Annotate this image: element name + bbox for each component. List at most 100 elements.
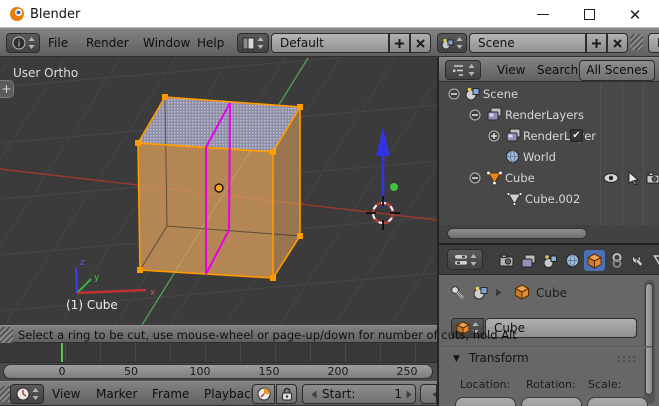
scene-name: Scene — [478, 36, 515, 50]
timeline-menu-view[interactable]: View — [52, 384, 80, 404]
ruler-tick — [275, 343, 276, 362]
editor-type-selector-timeline[interactable] — [10, 384, 44, 404]
properties-header — [439, 245, 659, 275]
delete-scene-button[interactable] — [607, 33, 628, 53]
decrement-arrow-icon[interactable] — [311, 390, 317, 399]
increment-arrow-icon[interactable] — [406, 390, 412, 399]
axis-y-label: y — [94, 273, 100, 283]
start-frame-field[interactable]: Start: 1 — [302, 384, 416, 404]
ruler-tick — [310, 343, 311, 362]
add-layout-button[interactable] — [389, 33, 410, 53]
screen-layout-icon — [242, 37, 255, 49]
end-frame-field-partial[interactable]: E — [420, 384, 437, 404]
tab-modifiers[interactable] — [628, 250, 649, 271]
scene-name-field[interactable]: Scene — [469, 33, 586, 53]
viewport-canvas[interactable]: z y x — [0, 57, 437, 325]
right-column: View Search All Scenes Scene RenderLayer… — [437, 57, 659, 406]
selectable-toggle[interactable] — [623, 168, 643, 188]
menu-window[interactable]: Window — [143, 33, 190, 53]
properties-scrollbar[interactable] — [645, 283, 653, 395]
transform-panel-header[interactable]: ▼ Transform — [439, 349, 652, 369]
properties-scrollbar-track[interactable] — [644, 280, 655, 404]
scene-context-icon[interactable] — [473, 285, 489, 300]
row-label: RenderLayers — [505, 107, 584, 122]
active-object-label: (1) Cube — [66, 298, 118, 312]
timeline-menu-frame[interactable]: Frame — [152, 384, 189, 404]
frame-tick-150: 150 — [258, 365, 280, 378]
expand-icon[interactable] — [488, 130, 500, 142]
tab-object[interactable] — [584, 250, 605, 271]
translate-manipulator[interactable] — [376, 127, 398, 207]
collapse-icon[interactable] — [469, 109, 481, 121]
maximize-button[interactable] — [576, 6, 602, 23]
scale-x-field[interactable] — [587, 397, 648, 406]
decrement-arrow-icon[interactable] — [432, 390, 437, 399]
collapse-icon[interactable] — [448, 88, 460, 100]
outliner-row-world[interactable]: World — [439, 146, 659, 167]
outliner-hscrollbar[interactable] — [447, 228, 587, 239]
rotation-x-field[interactable] — [521, 397, 582, 406]
outliner-row-cube002[interactable]: Cube.002 — [439, 188, 659, 209]
tab-world[interactable] — [562, 250, 583, 271]
editor-type-selector-outliner[interactable] — [445, 60, 481, 80]
outliner-display-filter[interactable]: All Scenes — [579, 60, 655, 81]
timeline-scrollbar[interactable]: 0 50 100 150 200 250 — [0, 363, 437, 381]
screen-layout-browse-button[interactable] — [237, 33, 269, 53]
manipulator-z-head[interactable] — [376, 127, 390, 156]
svg-text:i: i — [17, 40, 20, 50]
cube-mesh[interactable] — [135, 94, 303, 281]
menu-file[interactable]: File — [48, 33, 68, 53]
tab-object-data[interactable] — [650, 250, 659, 271]
toolshelf-expand-button[interactable]: + — [0, 80, 14, 98]
editor-type-selector-info[interactable]: i — [6, 33, 40, 53]
region-resize-corner[interactable] — [630, 34, 643, 50]
tab-constraints[interactable] — [606, 250, 627, 271]
render-engine-select-partial[interactable]: B — [648, 33, 659, 53]
current-frame-indicator[interactable] — [61, 343, 63, 362]
tab-render[interactable] — [496, 250, 517, 271]
close-button[interactable]: ✕ — [622, 6, 648, 24]
tab-render-layers[interactable] — [518, 250, 539, 271]
menu-render[interactable]: Render — [86, 33, 129, 53]
wrench-icon — [632, 255, 643, 267]
hide-toggle[interactable] — [601, 168, 621, 188]
tab-scene[interactable] — [540, 250, 561, 271]
timeline-menu-marker[interactable]: Marker — [96, 384, 137, 404]
collapse-icon[interactable] — [469, 172, 481, 184]
timeline-ruler[interactable] — [0, 343, 437, 363]
panel-grip-icon[interactable] — [617, 355, 637, 363]
preview-range-button[interactable] — [252, 384, 275, 404]
region-resize-corner[interactable] — [0, 327, 13, 343]
outliner-row-renderlayers[interactable]: RenderLayers — [439, 104, 659, 125]
timeline-menu-playback[interactable]: Playback — [204, 384, 258, 404]
view3d-header: Select a ring to be cut, use mouse-wheel… — [0, 325, 517, 343]
panel-collapse-icon[interactable]: ▼ — [453, 354, 460, 364]
delete-layout-button[interactable] — [410, 33, 431, 53]
world-icon — [506, 150, 519, 163]
renderable-toggle[interactable] — [643, 168, 659, 188]
scene-icon — [465, 87, 480, 101]
outliner-hscrollbar-track[interactable] — [439, 225, 659, 243]
object-context-icon[interactable] — [514, 284, 530, 300]
scene-browse-button[interactable] — [437, 33, 467, 53]
minimize-button[interactable] — [530, 6, 556, 23]
outliner-header: View Search All Scenes — [439, 57, 659, 82]
outliner-row-cube[interactable]: Cube — [439, 167, 659, 188]
add-scene-button[interactable] — [586, 33, 607, 53]
outliner-row-renderlayer[interactable]: RenderLayer ✔ — [439, 125, 659, 146]
outliner-icon — [452, 64, 463, 76]
cursor-icon — [628, 170, 639, 185]
renderlayer-checkbox[interactable]: ✔ — [570, 129, 583, 142]
outliner-menu-view[interactable]: View — [497, 60, 525, 80]
pin-icon[interactable] — [450, 285, 465, 300]
outliner-row-scene[interactable]: Scene — [439, 83, 659, 104]
lock-frame-button[interactable] — [276, 384, 297, 404]
manipulator-y-head[interactable] — [390, 183, 398, 191]
screen-layout-name-field[interactable]: Default — [271, 33, 389, 53]
location-x-field[interactable] — [455, 397, 516, 406]
titlebar: Blender ✕ — [0, 0, 659, 28]
editor-type-selector-properties[interactable] — [447, 249, 483, 270]
outliner-menu-search[interactable]: Search — [537, 60, 578, 80]
menu-help[interactable]: Help — [197, 33, 224, 53]
timeline-scrollbar-handle[interactable] — [3, 364, 433, 379]
